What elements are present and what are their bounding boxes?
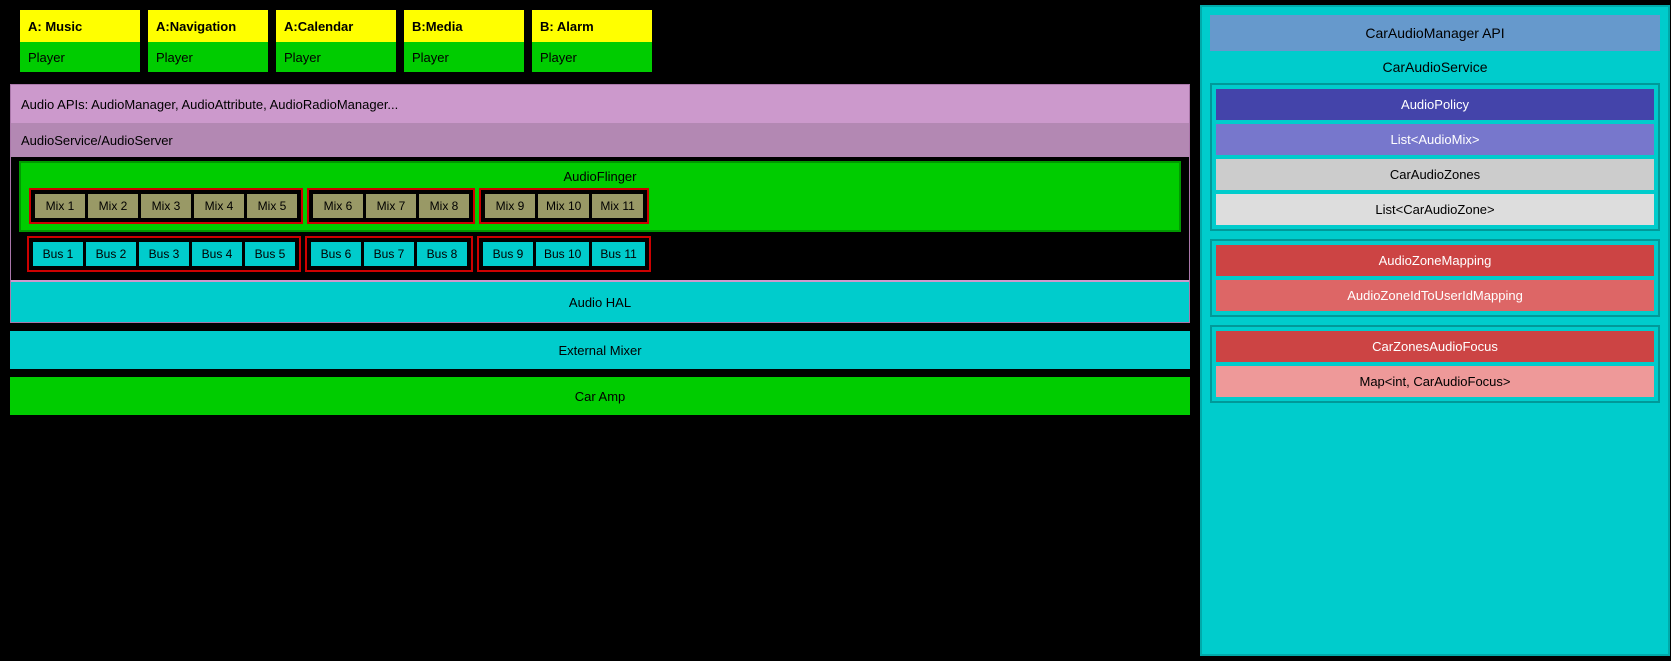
app-label-0: A: Music [20,10,140,42]
bus-box-1-2: Bus 8 [417,242,467,266]
right-panel: CarAudioManager API CarAudioService Audi… [1200,5,1670,656]
mix-group-1: Mix 6Mix 7Mix 8 [307,188,475,224]
mix-group-2: Mix 9Mix 10Mix 11 [479,188,649,224]
app-box-4: B: Alarm Player [532,10,652,72]
car-amp-layer: Car Amp [10,377,1190,415]
car-audio-service-label: CarAudioService [1210,55,1660,79]
audio-service-layer: AudioService/AudioServer [11,123,1189,157]
list-car-audio-zone-box: List<CarAudioZone> [1216,194,1654,225]
mix-box-0-3: Mix 4 [194,194,244,218]
audio-hal-layer: Audio HAL [11,282,1189,322]
map-car-audio-focus-box: Map<int, CarAudioFocus> [1216,366,1654,397]
app-box-2: A:Calendar Player [276,10,396,72]
mix-box-1-2: Mix 8 [419,194,469,218]
audio-policy-section: AudioPolicy List<AudioMix> CarAudioZones… [1210,83,1660,231]
audio-apis-layer: Audio APIs: AudioManager, AudioAttribute… [11,85,1189,123]
bus-box-0-2: Bus 3 [139,242,189,266]
mix-box-0-2: Mix 3 [141,194,191,218]
app-player-3: Player [404,42,524,72]
bus-box-2-1: Bus 10 [536,242,589,266]
mix-box-0-4: Mix 5 [247,194,297,218]
flinger-wrap: AudioFlinger Mix 1Mix 2Mix 3Mix 4Mix 5Mi… [11,157,1189,280]
bus-group-2: Bus 9Bus 10Bus 11 [477,236,651,272]
audio-flinger-container: AudioFlinger Mix 1Mix 2Mix 3Mix 4Mix 5Mi… [19,161,1181,232]
car-zones-audio-focus-section: CarZonesAudioFocus Map<int, CarAudioFocu… [1210,325,1660,403]
app-player-4: Player [532,42,652,72]
bus-box-0-1: Bus 2 [86,242,136,266]
car-amp-text: Car Amp [575,389,626,404]
mix-box-1-1: Mix 7 [366,194,416,218]
bus-box-2-0: Bus 9 [483,242,533,266]
bus-group-1: Bus 6Bus 7Bus 8 [305,236,473,272]
main-diagram: A: Music Player A:Navigation Player A:Ca… [0,0,1200,661]
app-label-1: A:Navigation [148,10,268,42]
audio-policy-box: AudioPolicy [1216,89,1654,120]
mix-box-2-0: Mix 9 [485,194,535,218]
audio-zone-id-mapping-box: AudioZoneIdToUserIdMapping [1216,280,1654,311]
external-mixer-text: External Mixer [558,343,641,358]
bus-box-2-2: Bus 11 [592,242,644,266]
bus-group-0: Bus 1Bus 2Bus 3Bus 4Bus 5 [27,236,301,272]
app-player-1: Player [148,42,268,72]
list-audio-mix-box: List<AudioMix> [1216,124,1654,155]
app-box-1: A:Navigation Player [148,10,268,72]
mix-box-0-0: Mix 1 [35,194,85,218]
app-box-3: B:Media Player [404,10,524,72]
mix-box-1-0: Mix 6 [313,194,363,218]
bus-box-1-0: Bus 6 [311,242,361,266]
mix-box-0-1: Mix 2 [88,194,138,218]
audio-apis-text: Audio APIs: AudioManager, AudioAttribute… [21,97,398,112]
diagram-inner: Audio APIs: AudioManager, AudioAttribute… [10,84,1190,323]
external-mixer-layer: External Mixer [10,331,1190,369]
app-box-0: A: Music Player [20,10,140,72]
mix-box-2-1: Mix 10 [538,194,589,218]
audio-hal-text: Audio HAL [569,295,631,310]
app-player-2: Player [276,42,396,72]
app-player-0: Player [20,42,140,72]
mix-box-2-2: Mix 11 [592,194,642,218]
bus-box-0-0: Bus 1 [33,242,83,266]
mix-group-0: Mix 1Mix 2Mix 3Mix 4Mix 5 [29,188,303,224]
app-row: A: Music Player A:Navigation Player A:Ca… [20,10,1190,72]
app-label-3: B:Media [404,10,524,42]
bus-groups: Bus 1Bus 2Bus 3Bus 4Bus 5Bus 6Bus 7Bus 8… [19,232,1181,276]
app-label-4: B: Alarm [532,10,652,42]
car-zones-audio-focus-box: CarZonesAudioFocus [1216,331,1654,362]
audio-service-text: AudioService/AudioServer [21,133,173,148]
bus-box-0-4: Bus 5 [245,242,295,266]
mix-groups: Mix 1Mix 2Mix 3Mix 4Mix 5Mix 6Mix 7Mix 8… [29,188,1171,224]
car-audio-manager-api: CarAudioManager API [1210,15,1660,51]
app-label-2: A:Calendar [276,10,396,42]
car-audio-zones-box: CarAudioZones [1216,159,1654,190]
bus-box-0-3: Bus 4 [192,242,242,266]
audio-zone-mapping-section: AudioZoneMapping AudioZoneIdToUserIdMapp… [1210,239,1660,317]
bus-box-1-1: Bus 7 [364,242,414,266]
audio-flinger-label: AudioFlinger [29,169,1171,184]
audio-zone-mapping-box: AudioZoneMapping [1216,245,1654,276]
